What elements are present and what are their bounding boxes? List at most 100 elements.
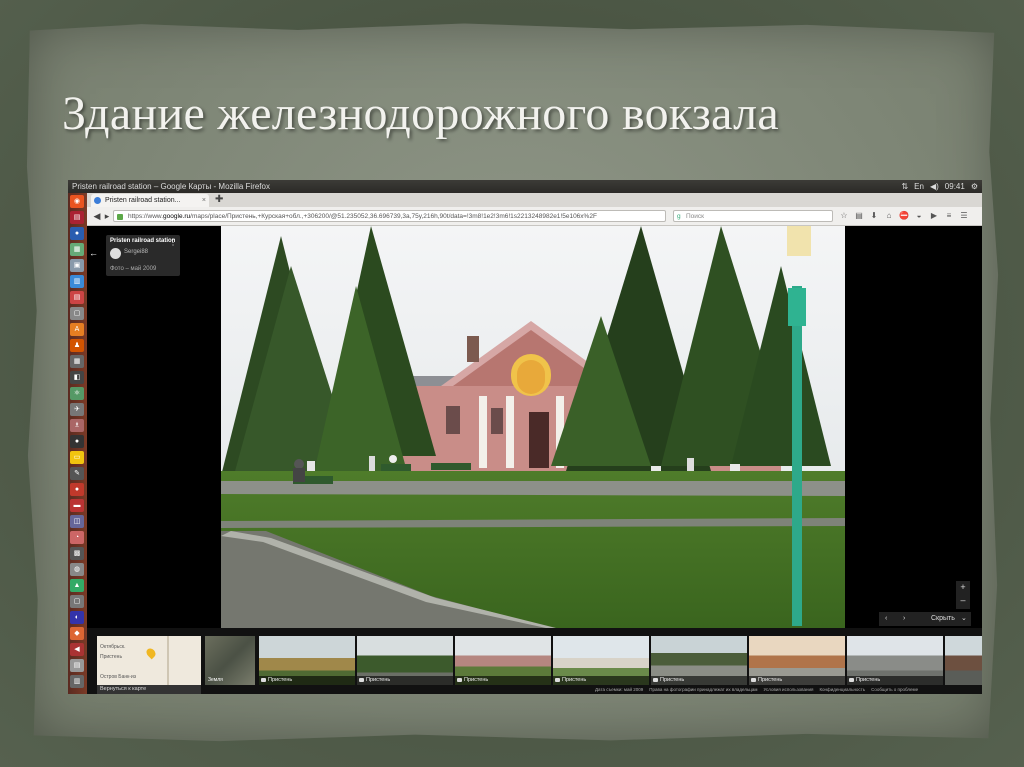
zoom-out-icon[interactable]: – [956, 594, 970, 607]
search-icon: g [677, 213, 681, 220]
back-arrow-icon[interactable]: ← [89, 248, 98, 258]
thumbnail-caption: Пристень [847, 676, 943, 685]
previous-photo-icon[interactable]: ‹ [885, 612, 887, 626]
pocket-icon[interactable]: ▶ [929, 210, 939, 222]
hide-button[interactable]: Скрыть [931, 612, 955, 626]
app-icon[interactable]: ▣ [70, 259, 84, 272]
photo-thumbnail[interactable]: Пристень [651, 636, 747, 685]
close-tab-icon[interactable]: × [202, 194, 206, 207]
navigation-bar: ◀ ▸ https://www.google.ru/maps/place/При… [87, 207, 982, 226]
app-icon[interactable]: ◀ [70, 643, 84, 656]
toolbar-icons: ☆ ▤ ⬇ ⌂ ⛔ ◒ ▶ ≡ ☰ [839, 210, 969, 222]
station-photo-image [221, 226, 845, 628]
download-icon[interactable]: ⬇ [869, 210, 879, 222]
photo-thumbnail[interactable]: Пристень [455, 636, 551, 685]
map-label: Октябрьск. [100, 644, 126, 650]
trash-icon[interactable]: ▥ [70, 675, 84, 688]
app-icon[interactable]: ● [70, 435, 84, 448]
photo-thumbnail[interactable]: Пристень [749, 636, 845, 685]
ubuntu-icon[interactable]: ◉ [70, 195, 84, 208]
photo-thumbnail[interactable]: Пристень [847, 636, 943, 685]
app-icon[interactable]: ● [70, 483, 84, 496]
files-icon[interactable]: ▤ [70, 211, 84, 224]
thumbnail-caption: Пристень [455, 676, 551, 685]
satellite-thumbnail[interactable]: Земля [205, 636, 255, 685]
report-problem-link[interactable]: Сообщить о проблеме [871, 687, 918, 692]
app-icon[interactable]: ▦ [70, 243, 84, 256]
bookmark-star-icon[interactable]: ☆ [839, 210, 849, 222]
photo-thumbnail[interactable]: Пристень [357, 636, 453, 685]
app-icon[interactable]: ⚛ [70, 387, 84, 400]
document-icon[interactable]: ▥ [70, 275, 84, 288]
gear-icon[interactable]: ⚙ [971, 180, 978, 193]
lock-icon [117, 214, 123, 220]
app-icon[interactable]: ♗ [70, 419, 84, 432]
search-input[interactable]: g Поиск [673, 210, 833, 222]
app-icon[interactable]: ▤ [70, 291, 84, 304]
privacy-link[interactable]: Конфиденциальность [819, 687, 865, 692]
app-icon[interactable]: ✈ [70, 403, 84, 416]
app-icon[interactable]: ◧ [70, 371, 84, 384]
copyright-link[interactable]: Права на фотографии принадлежат их владе… [649, 687, 757, 692]
chevron-down-icon[interactable]: ⌄ [961, 612, 967, 626]
keyboard-icon[interactable]: En [914, 180, 924, 193]
firefox-icon[interactable]: ● [70, 227, 84, 240]
back-to-map-button[interactable]: Вернуться к карте [97, 685, 201, 694]
reading-list-icon[interactable]: ▤ [854, 210, 864, 222]
app-icon[interactable]: ▤ [70, 659, 84, 672]
adblock-icon[interactable]: ⛔ [899, 210, 909, 222]
forward-button[interactable]: ▸ [101, 210, 113, 222]
search-placeholder: Поиск [686, 213, 705, 220]
street-photo[interactable] [221, 226, 845, 628]
terms-link[interactable]: Условия использования [763, 687, 813, 692]
thumbnail-caption: Пристень [749, 676, 845, 685]
network-icon[interactable]: ⇅ [901, 180, 908, 193]
app-icon[interactable]: ▦ [70, 355, 84, 368]
next-photo-icon[interactable]: › [903, 612, 905, 626]
volume-icon[interactable]: ◀) [930, 180, 939, 193]
menu-icon[interactable]: ☰ [959, 210, 969, 222]
slide-title: Здание железнодорожного вокзала [62, 87, 780, 140]
app-icon[interactable]: ▬ [70, 499, 84, 512]
folder-icon[interactable]: ▭ [70, 451, 84, 464]
photo-date-footer: Дата съемки: май 2009 [595, 687, 644, 692]
tab-strip: Pristen railroad station... × ✚ [87, 193, 982, 207]
photo-author[interactable]: Sergei88 [124, 249, 148, 255]
photo-thumbnail[interactable]: Пристень [259, 636, 355, 685]
app-icon[interactable]: ♟ [70, 339, 84, 352]
app-icon[interactable]: ◍ [70, 563, 84, 576]
app-icon[interactable]: ◔ [70, 531, 84, 544]
app-icon[interactable]: ◐ [70, 611, 84, 624]
photo-thumbnail[interactable]: Пристень [553, 636, 649, 685]
app-icon[interactable]: ✎ [70, 467, 84, 480]
zoom-in-icon[interactable]: + [956, 581, 970, 594]
road-line [167, 636, 169, 685]
app-icon[interactable]: A [70, 323, 84, 336]
app-icon[interactable]: ◆ [70, 627, 84, 640]
clock[interactable]: 09:41 [945, 180, 965, 193]
mini-map[interactable]: Октябрьск. Пристень Остров Банк-из [97, 636, 201, 685]
app-icon[interactable]: ▲ [70, 579, 84, 592]
tab-maps[interactable]: Pristen railroad station... × [91, 194, 209, 207]
app-icon[interactable]: ◫ [70, 515, 84, 528]
extension-icon[interactable]: ◒ [914, 210, 924, 222]
app-icon[interactable]: ▢ [70, 307, 84, 320]
app-icon[interactable]: ▢ [70, 595, 84, 608]
photo-thumbnail[interactable] [945, 636, 982, 685]
more-options-icon[interactable]: ⋮ [169, 238, 177, 247]
more-icon[interactable]: ≡ [944, 210, 954, 222]
window-title: Pristen railroad station – Google Карты … [72, 182, 270, 191]
new-tab-button[interactable]: ✚ [215, 193, 223, 207]
footer-links: Дата съемки: май 2009 Права на фотографи… [595, 687, 918, 692]
map-label: Пристень [100, 654, 123, 660]
app-launcher: ◉ ▤ ● ▦ ▣ ▥ ▤ ▢ A ♟ ▦ ◧ ⚛ ✈ ♗ ● ▭ ✎ ● ▬ … [68, 193, 87, 694]
zoom-control[interactable]: + – [956, 581, 970, 609]
app-icon[interactable]: ▩ [70, 547, 84, 560]
place-name[interactable]: Pristen railroad station [110, 238, 175, 244]
maps-favicon-icon [94, 197, 101, 204]
place-card[interactable]: Pristen railroad station ⋮ Sergei88 Фото… [106, 235, 180, 276]
maps-viewport: Pristen railroad station ⋮ Sergei88 Фото… [87, 226, 982, 694]
url-bar[interactable]: https://www.google.ru/maps/place/Пристен… [113, 210, 666, 222]
url-prefix: https://www. [128, 213, 164, 220]
home-icon[interactable]: ⌂ [884, 210, 894, 222]
